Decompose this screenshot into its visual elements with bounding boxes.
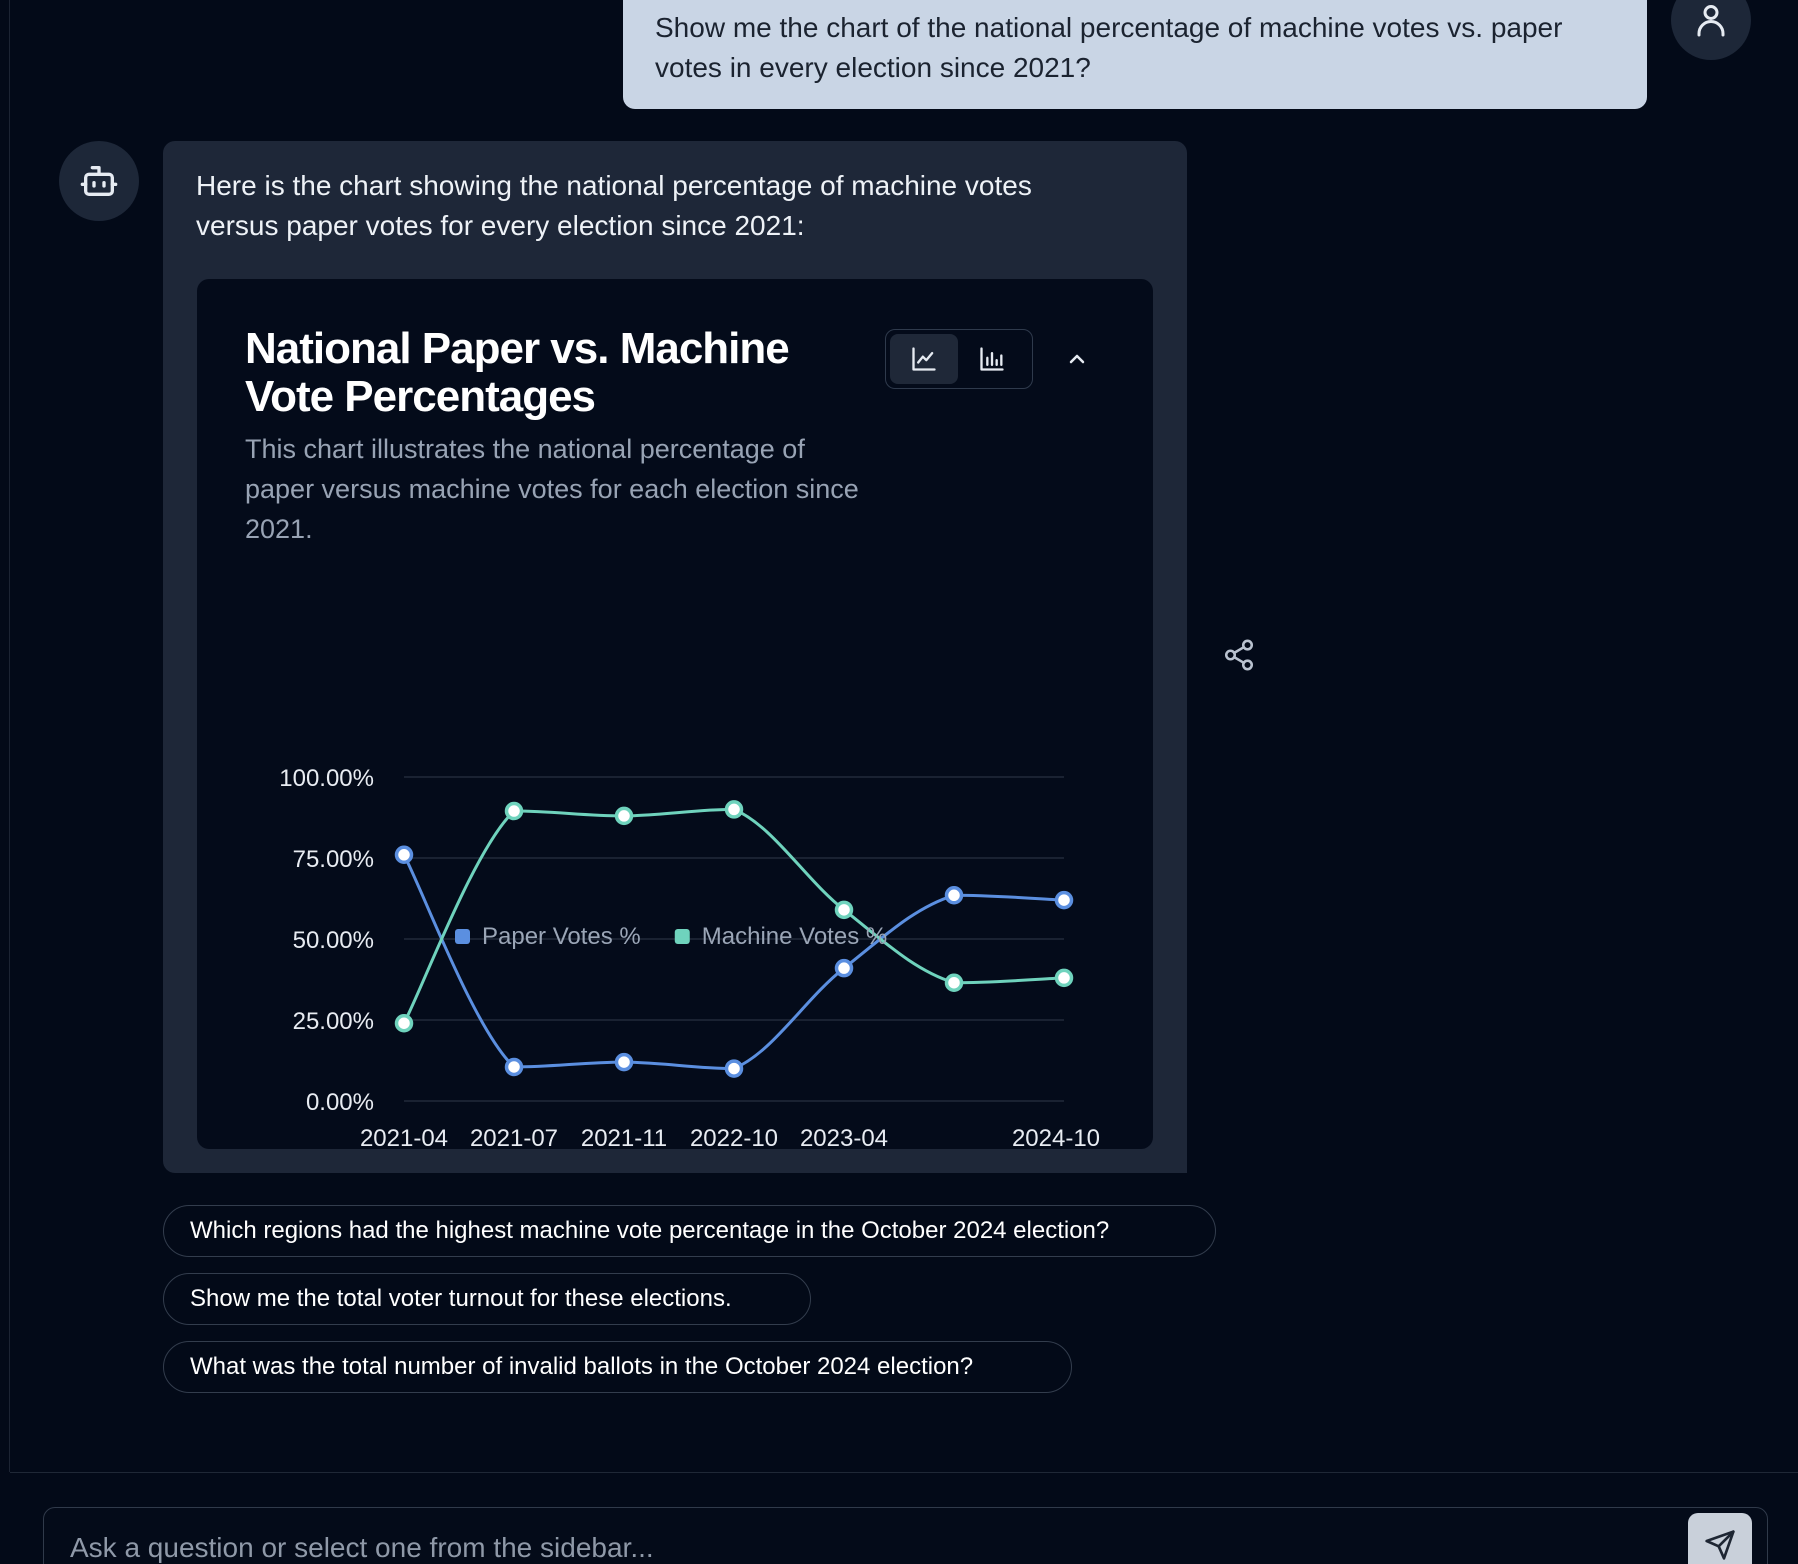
y-tick-label: 75.00%	[293, 846, 374, 873]
paper-votes-point	[834, 958, 854, 978]
machine-votes-point	[394, 1013, 414, 1033]
x-tick-label: 2022-10	[690, 1125, 778, 1149]
send-button[interactable]	[1688, 1513, 1752, 1564]
assistant-intro-text: Here is the chart showing the national p…	[196, 170, 1032, 241]
send-icon	[1705, 1530, 1735, 1560]
paper-votes-legend-label: Paper Votes %	[482, 923, 641, 950]
x-tick-label: 2023-04	[800, 1125, 888, 1149]
suggestion-chip[interactable]: Which regions had the highest machine vo…	[163, 1205, 1216, 1257]
user-icon	[1697, 5, 1725, 37]
paper-votes-point	[394, 845, 414, 865]
chart-card: National Paper vs. Machine Vote Percenta…	[197, 279, 1153, 1149]
machine-votes-point	[614, 806, 634, 826]
y-tick-label: 25.00%	[293, 1008, 374, 1035]
paper-votes-point	[1054, 890, 1074, 910]
x-tick-label: 2024-10	[1012, 1125, 1100, 1149]
y-tick-label: 0.00%	[306, 1089, 374, 1116]
sidebar-edge	[0, 0, 10, 1472]
chat-app: Show me the chart of the national percen…	[0, 0, 1798, 1564]
chat-input-box	[43, 1507, 1768, 1564]
paper-votes-point	[944, 886, 964, 905]
machine-votes-legend-label: Machine Votes %	[702, 923, 887, 950]
input-divider	[10, 1472, 1798, 1473]
share-button[interactable]	[1222, 638, 1256, 672]
user-message: Show me the chart of the national percen…	[623, 0, 1647, 109]
user-avatar[interactable]	[1671, 0, 1751, 60]
machine-votes-point	[944, 973, 964, 992]
assistant-message: Here is the chart showing the national p…	[163, 141, 1187, 1173]
bot-avatar	[59, 141, 139, 221]
machine-votes-point	[724, 800, 744, 819]
paper-votes-line	[402, 854, 1065, 1071]
share-icon	[1224, 639, 1254, 671]
chat-input[interactable]	[44, 1508, 1664, 1564]
suggestion-chip[interactable]: What was the total number of invalid bal…	[163, 1341, 1072, 1393]
suggestion-chip[interactable]: Show me the total voter turnout for thes…	[163, 1273, 811, 1325]
y-tick-label: 100.00%	[279, 765, 374, 792]
paper-votes-legend-swatch	[455, 929, 470, 944]
paper-votes-point	[614, 1052, 634, 1072]
machine-votes-point	[504, 801, 524, 821]
paper-votes-point	[724, 1059, 744, 1078]
x-tick-label: 2021-07	[470, 1125, 558, 1149]
x-tick-label: 2021-04	[360, 1125, 448, 1149]
paper-votes-point	[504, 1057, 524, 1077]
machine-votes-point	[1054, 968, 1074, 988]
machine-votes-legend-swatch	[674, 929, 690, 944]
y-tick-label: 50.00%	[293, 927, 374, 954]
machine-votes-line	[402, 807, 1065, 1024]
line-chart: 0.00% 25.00% 50.00% 75.00% 100.00% 2021-04 202…	[279, 765, 1100, 1149]
machine-votes-point	[834, 900, 854, 920]
bot-icon	[80, 166, 118, 196]
x-tick-label: 2021-11	[581, 1125, 667, 1149]
